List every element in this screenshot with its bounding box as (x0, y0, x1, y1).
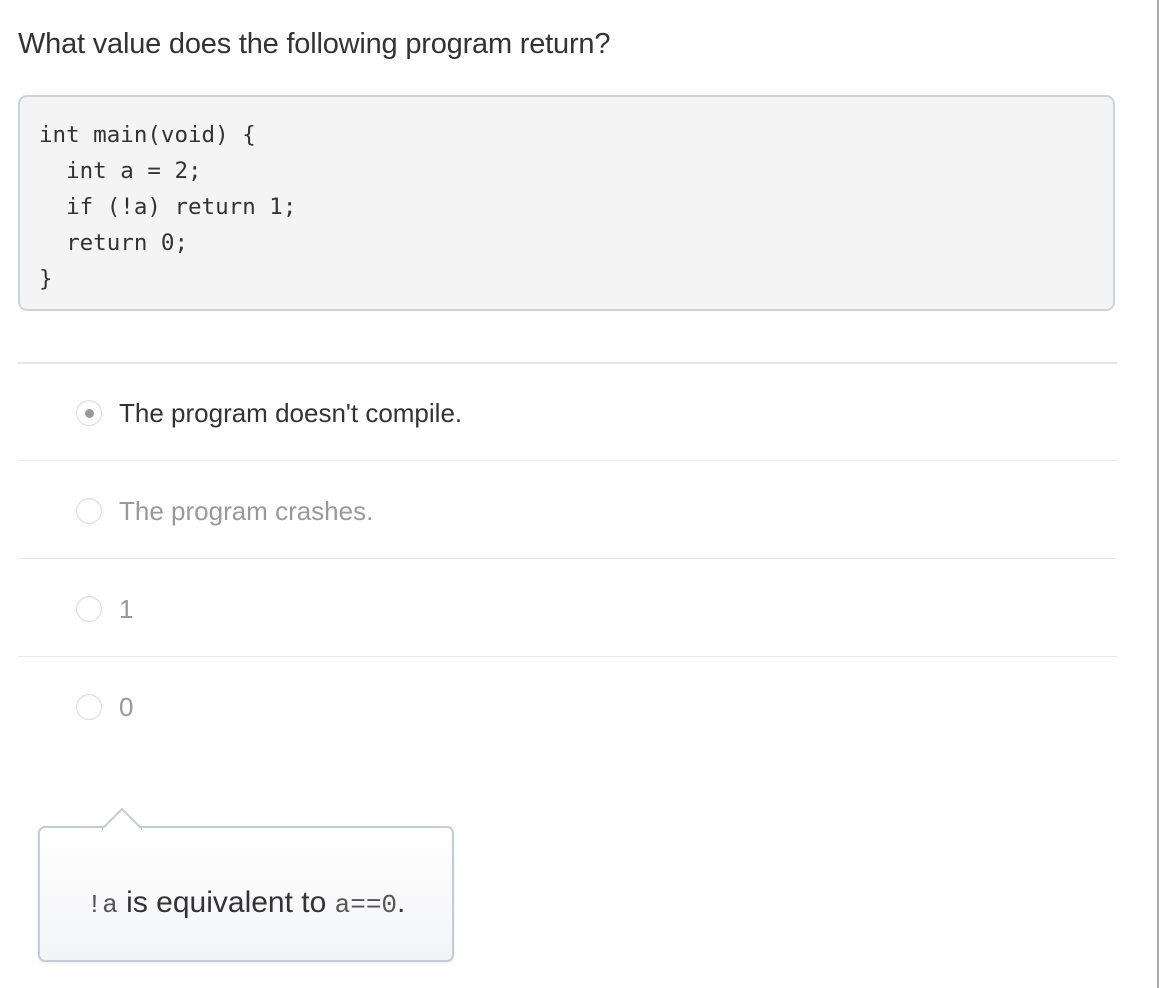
divider (18, 656, 1117, 657)
code-a-equals-zero: a==0 (334, 890, 398, 920)
answer-option-0[interactable]: 0 (76, 692, 133, 722)
tooltip-middle-text: is equivalent to (117, 886, 335, 919)
code-not-a: !a (86, 890, 118, 920)
answer-option-label: The program crashes. (119, 495, 374, 526)
tooltip-text: !a is equivalent to a==0. (40, 886, 452, 920)
answer-option-doesnt-compile[interactable]: The program doesn't compile. (76, 398, 462, 428)
radio-button[interactable] (76, 596, 102, 622)
answer-option-label: The program doesn't compile. (119, 397, 463, 428)
radio-button[interactable] (76, 694, 102, 720)
divider (18, 558, 1117, 559)
radio-button[interactable] (76, 498, 102, 524)
radio-button-selected[interactable] (76, 400, 102, 426)
code-text: int main(void) { int a = 2; if (!a) retu… (39, 122, 297, 292)
answer-option-crashes[interactable]: The program crashes. (76, 496, 373, 526)
scrollbar-track[interactable] (1157, 0, 1159, 988)
answer-option-label: 0 (119, 691, 134, 722)
divider (18, 362, 1117, 364)
answer-option-label: 1 (119, 593, 134, 624)
hint-tooltip: !a is equivalent to a==0. (38, 808, 454, 962)
code-block: int main(void) { int a = 2; if (!a) retu… (18, 95, 1115, 311)
divider (18, 460, 1117, 461)
radio-dot-icon (84, 408, 94, 418)
answer-option-1[interactable]: 1 (76, 594, 133, 624)
tooltip-end-text: . (397, 886, 406, 919)
question-title: What value does the following program re… (18, 28, 611, 60)
